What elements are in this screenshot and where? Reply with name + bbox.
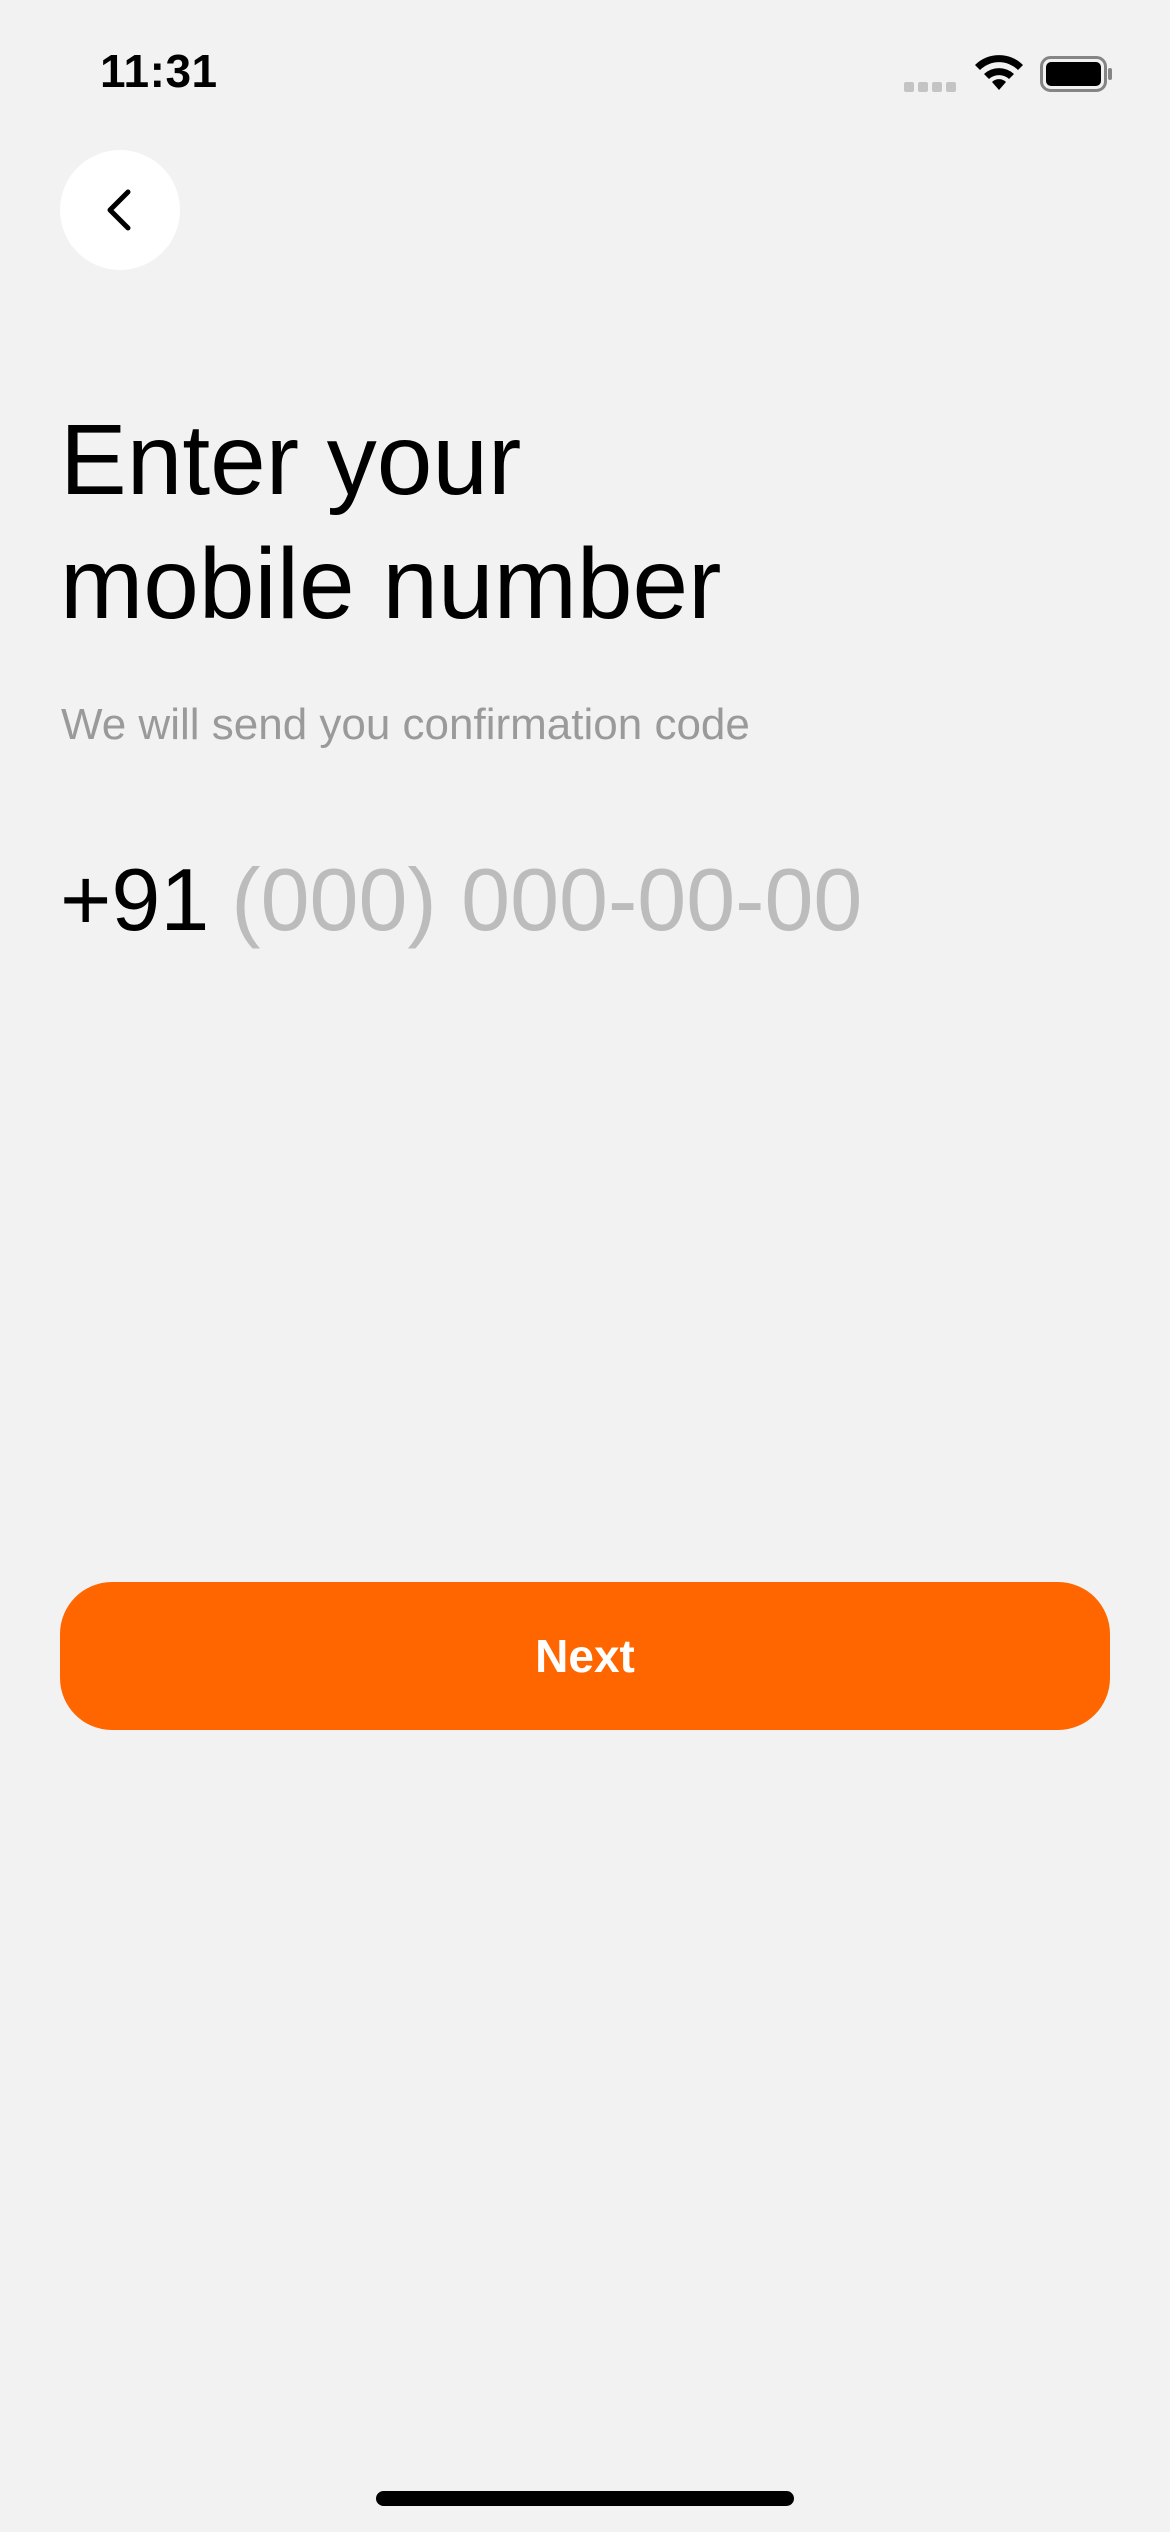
page-title-line1: Enter your [60,404,522,516]
page-title-line2: mobile number [60,528,722,640]
wifi-icon [975,55,1023,90]
home-indicator [376,2491,794,2506]
status-time: 11:31 [100,45,218,97]
chevron-left-icon [107,189,131,231]
battery-icon [1040,56,1112,92]
signal-icon [904,82,956,92]
phone-input[interactable] [231,845,1170,955]
country-code[interactable]: +91 [60,849,209,951]
back-button[interactable] [60,150,180,270]
status-bar: 11:31 [0,0,1170,150]
next-button[interactable]: Next [60,1582,1110,1730]
page-title: Enter your mobile number [60,398,1060,646]
phone-row: +91 [60,845,1170,955]
subtitle: We will send you confirmation code [61,700,750,749]
